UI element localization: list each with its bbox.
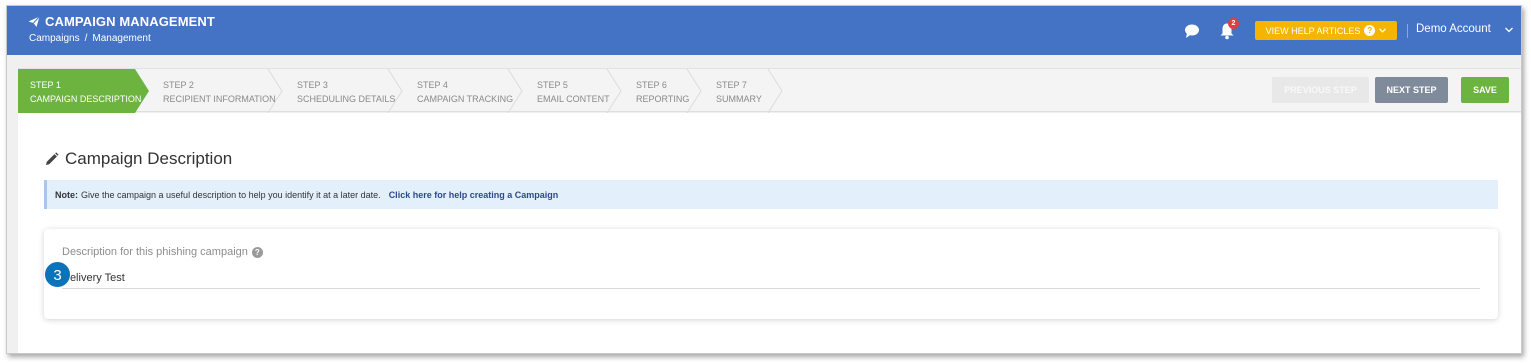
step-number: STEP 5 [537,80,568,90]
step-number: STEP 7 [716,80,747,90]
page-title: Campaign Description [44,149,232,169]
step-callout-badge: 3 [44,261,71,288]
account-chevron-down-icon[interactable] [1504,25,1514,35]
previous-step-button[interactable]: PREVIOUS STEP [1272,77,1369,103]
note-text: Give the campaign a useful description t… [81,189,381,200]
step-1-campaign-description[interactable]: STEP 1 CAMPAIGN DESCRIPTION [30,78,141,106]
description-card: Description for this phishing campaign ?… [44,229,1498,319]
header-divider [1407,24,1408,38]
step-label: CAMPAIGN TRACKING [417,94,514,104]
step-label: SUMMARY [716,94,762,104]
step-number: STEP 1 [30,80,61,90]
step-4-campaign-tracking[interactable]: STEP 4 CAMPAIGN TRACKING [417,78,513,106]
step-number: STEP 6 [636,80,667,90]
step-label: EMAIL CONTENT [537,94,610,104]
app-window: CAMPAIGN MANAGEMENT Campaigns / Manageme… [6,5,1522,354]
notification-badge: 2 [1228,18,1239,29]
chat-icon[interactable] [1184,23,1200,39]
main-content: Campaign Description Note: Give the camp… [18,113,1521,353]
chevron-down-icon [1379,28,1387,33]
step-label: CAMPAIGN DESCRIPTION [30,94,142,104]
step-6-reporting[interactable]: STEP 6 REPORTING [636,78,689,106]
question-icon: ? [1364,25,1376,36]
breadcrumb-campaigns[interactable]: Campaigns [29,33,80,44]
help-button-label: VIEW HELP ARTICLES [1265,25,1361,36]
step-3-scheduling-details[interactable]: STEP 3 SCHEDULING DETAILS [297,78,395,106]
step-2-recipient-information[interactable]: STEP 2 RECIPIENT INFORMATION [163,78,276,106]
pencil-icon [46,151,59,165]
step-label: REPORTING [636,94,690,104]
app-title: CAMPAIGN MANAGEMENT [28,14,215,29]
step-label: RECIPIENT INFORMATION [163,94,276,104]
page-title-text: Campaign Description [65,149,233,168]
description-label: Description for this phishing campaign ? [62,246,263,258]
save-button[interactable]: SAVE [1461,77,1509,103]
help-link[interactable]: Click here for help creating a Campaign [389,190,559,200]
view-help-articles-button[interactable]: VIEW HELP ARTICLES ? [1255,21,1397,40]
top-header: CAMPAIGN MANAGEMENT Campaigns / Manageme… [7,6,1521,55]
step-number: STEP 2 [163,80,194,90]
description-label-text: Description for this phishing campaign [62,246,248,258]
step-7-summary[interactable]: STEP 7 SUMMARY [716,78,762,106]
note-prefix: Note: [55,189,78,200]
description-input[interactable] [62,267,1480,289]
step-number: STEP 4 [417,80,448,90]
account-menu[interactable]: Demo Account [1416,23,1491,35]
app-title-text: CAMPAIGN MANAGEMENT [45,14,215,29]
help-question-icon[interactable]: ? [251,246,263,258]
breadcrumb-management: Management [92,33,151,44]
step-number: STEP 3 [297,80,328,90]
next-step-button[interactable]: NEXT STEP [1375,77,1448,103]
paper-plane-icon [28,15,40,27]
breadcrumb: Campaigns / Management [29,33,151,44]
step-5-email-content[interactable]: STEP 5 EMAIL CONTENT [537,78,610,106]
info-note: Note: Give the campaign a useful descrip… [44,180,1498,209]
breadcrumb-separator: / [84,33,88,44]
steps-bar: STEP 1 CAMPAIGN DESCRIPTION STEP 2 RECIP… [18,68,1521,113]
step-label: SCHEDULING DETAILS [297,94,396,104]
